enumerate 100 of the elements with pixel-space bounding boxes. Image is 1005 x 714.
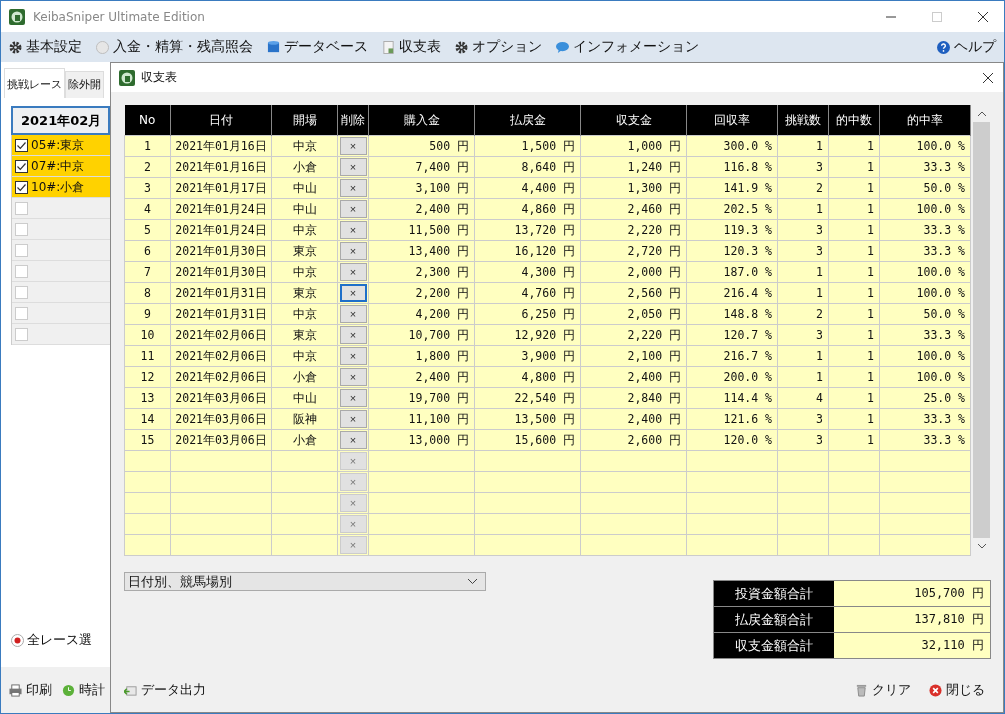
amount-cell: 10,700 円: [408, 327, 469, 342]
amount-cell: 3,900 円: [521, 348, 575, 363]
menu-item[interactable]: データベース: [267, 38, 368, 56]
tab[interactable]: 除外開: [65, 71, 104, 98]
column-header: 的中率: [879, 105, 971, 136]
column-header: 収支金: [580, 105, 687, 136]
footer-button[interactable]: 閉じる: [929, 681, 985, 699]
scroll-down-icon[interactable]: [977, 544, 986, 549]
delete-button[interactable]: ×: [339, 305, 367, 323]
date-cell: 2021年02月06日: [175, 348, 267, 363]
amount-cell: 13,500 円: [514, 411, 575, 426]
amount-cell: 4,760 円: [521, 285, 575, 300]
amount-cell: 4,860 円: [521, 201, 575, 216]
delete-button[interactable]: ×: [339, 431, 367, 449]
amount-cell: 2,400 円: [415, 201, 469, 216]
month-button[interactable]: 2021年02月: [11, 106, 110, 135]
radio-icon[interactable]: [11, 633, 24, 647]
delete-button[interactable]: ×: [339, 158, 367, 176]
delete-button[interactable]: ×: [339, 284, 367, 302]
count-cell: 1: [867, 307, 874, 321]
amount-cell: 13,720 円: [514, 222, 575, 237]
amount-cell: 16,120 円: [514, 243, 575, 258]
venue-cell: 中京: [292, 264, 317, 279]
menu-item[interactable]: 収支表: [382, 38, 441, 56]
amount-cell: 13,400 円: [408, 243, 469, 258]
amount-cell: 2,000 円: [627, 264, 681, 279]
column-header: 日付: [170, 105, 272, 136]
delete-button[interactable]: ×: [339, 200, 367, 218]
count-cell: 1: [816, 202, 823, 216]
help-icon: [937, 40, 950, 54]
help-menu[interactable]: ヘルプ: [937, 38, 996, 56]
rate-cell: 33.3 %: [923, 223, 965, 237]
venue-cell: 中山: [292, 201, 317, 216]
amount-cell: 2,050 円: [627, 306, 681, 321]
menu-item[interactable]: 入金・精算・残高照会: [96, 38, 253, 56]
delete-button[interactable]: ×: [339, 368, 367, 386]
close-icon: [929, 683, 942, 697]
row-number: 1: [144, 139, 151, 153]
row-number: 10: [140, 328, 155, 342]
date-cell: 2021年01月16日: [175, 138, 267, 153]
rate-cell: 100.0 %: [916, 265, 965, 279]
rate-cell: 100.0 %: [916, 286, 965, 300]
checkbox[interactable]: [15, 180, 28, 194]
close-icon[interactable]: [983, 72, 993, 83]
column-header: 回収率: [686, 105, 778, 136]
amount-cell: 2,200 円: [415, 285, 469, 300]
footer-button[interactable]: クリア: [855, 681, 911, 699]
chevron-icon: [468, 579, 477, 584]
row-number: 8: [144, 286, 151, 300]
dialog-title: 収支表: [141, 69, 177, 86]
checkbox[interactable]: [15, 138, 28, 152]
checkbox[interactable]: [15, 159, 28, 173]
delete-button[interactable]: ×: [339, 326, 367, 344]
scroll-up-icon[interactable]: [977, 111, 986, 116]
venue-cell: 阪神: [292, 411, 317, 426]
toolbar-button[interactable]: 時計: [62, 681, 105, 699]
count-cell: 3: [816, 328, 823, 342]
chat-bubble-icon: [556, 40, 569, 54]
close-icon[interactable]: [978, 11, 988, 22]
rate-cell: 33.3 %: [923, 244, 965, 258]
amount-cell: 4,200 円: [415, 306, 469, 321]
all-races-radio[interactable]: 全レース選: [11, 631, 110, 649]
rate-cell: 50.0 %: [923, 181, 965, 195]
venue-cell: 中京: [292, 348, 317, 363]
venue-cell: 中山: [292, 180, 317, 195]
rate-cell: 120.3 %: [723, 244, 772, 258]
column-header: 的中数: [828, 105, 880, 136]
row-number: 14: [140, 412, 155, 426]
count-cell: 4: [816, 391, 823, 405]
race-label: 10#:小倉: [31, 178, 85, 196]
delete-button[interactable]: ×: [339, 221, 367, 239]
rate-cell: 148.8 %: [723, 307, 772, 321]
date-cell: 2021年01月31日: [175, 306, 267, 321]
delete-button[interactable]: ×: [339, 263, 367, 281]
amount-cell: 6,250 円: [521, 306, 575, 321]
toolbar-button[interactable]: 印刷: [9, 681, 52, 699]
delete-button[interactable]: ×: [339, 389, 367, 407]
grouping-dropdown[interactable]: 日付別、競馬場別: [124, 572, 486, 591]
column-header: 削除: [337, 105, 369, 136]
menu-item[interactable]: 基本設定: [9, 38, 82, 56]
count-cell: 1: [816, 139, 823, 153]
count-cell: 1: [867, 286, 874, 300]
rate-cell: 216.4 %: [723, 286, 772, 300]
delete-button[interactable]: ×: [339, 347, 367, 365]
footer-button[interactable]: データ出力: [124, 681, 206, 699]
menu-item[interactable]: インフォメーション: [556, 38, 699, 56]
delete-button[interactable]: ×: [339, 137, 367, 155]
delete-button[interactable]: ×: [339, 242, 367, 260]
delete-button[interactable]: ×: [339, 410, 367, 428]
menu-item[interactable]: オプション: [455, 38, 542, 56]
rate-cell: 120.7 %: [723, 328, 772, 342]
amount-cell: 2,560 円: [627, 285, 681, 300]
count-cell: 1: [867, 265, 874, 279]
count-cell: 1: [867, 160, 874, 174]
date-cell: 2021年01月17日: [175, 180, 267, 195]
tab[interactable]: 挑戦レース: [4, 68, 65, 98]
delete-button[interactable]: ×: [339, 179, 367, 197]
race-label: 07#:中京: [31, 157, 85, 175]
column-header: No: [124, 105, 171, 136]
amount-cell: 13,000 円: [408, 432, 469, 447]
